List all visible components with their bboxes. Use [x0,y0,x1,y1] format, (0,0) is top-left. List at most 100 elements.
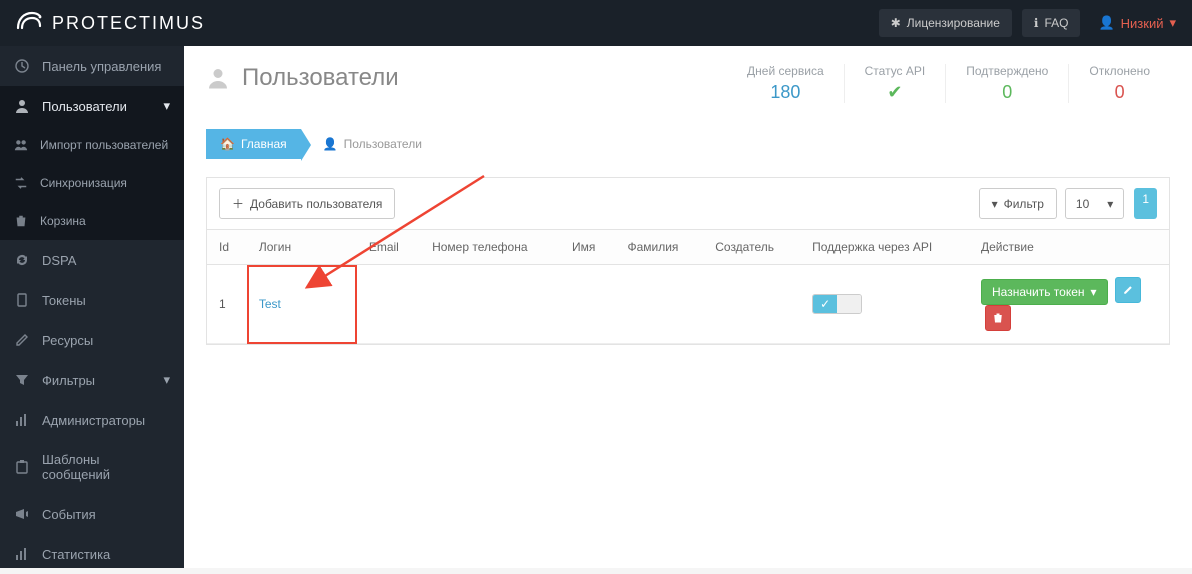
user-icon [206,66,230,90]
per-page-select[interactable]: 10 ▾ [1065,188,1124,219]
refresh-icon [14,252,30,268]
sidebar-admins[interactable]: Администраторы [0,400,184,440]
col-action[interactable]: Действие [969,230,1169,265]
col-surname[interactable]: Фамилия [615,230,703,265]
sidebar-stats[interactable]: Статистика [0,534,184,574]
sidebar-import-users[interactable]: Импорт пользователей [0,126,184,164]
bars-icon [14,412,30,428]
sidebar-admins-label: Администраторы [42,413,145,428]
user-label: Низкий [1121,16,1164,31]
assign-token-button[interactable]: Назначить токен ▾ [981,279,1108,305]
assign-token-label: Назначить токен [992,285,1085,299]
delete-button[interactable] [985,305,1011,331]
row-surname [615,265,703,344]
faq-button[interactable]: ℹ FAQ [1022,9,1081,37]
breadcrumb-home-label: Главная [241,137,287,151]
check-icon: ✓ [813,295,837,313]
col-id[interactable]: Id [207,230,247,265]
pencil-icon [1122,284,1134,296]
user-menu[interactable]: 👤 Низкий ▾ [1098,15,1176,31]
clipboard-icon [14,459,30,475]
col-creator[interactable]: Создатель [703,230,800,265]
breadcrumb-current: 👤 Пользователи [323,137,422,151]
user-icon: 👤 [1098,15,1114,31]
sidebar-dashboard-label: Панель управления [42,59,161,74]
caret-down-icon: ▾ [163,98,170,114]
per-page-value: 10 [1076,197,1089,211]
dashboard-icon [14,58,30,74]
stat-days: Дней сервиса 180 [727,64,844,103]
sidebar-events-label: События [42,507,96,522]
stat-days-label: Дней сервиса [747,64,824,78]
user-icon [14,98,30,114]
stat-days-value: 180 [747,82,824,103]
page-title-text: Пользователи [242,64,399,92]
caret-down-icon: ▾ [1091,285,1097,299]
breadcrumb-current-label: Пользователи [344,137,422,151]
stat-api-label: Статус API [865,64,926,78]
add-user-button[interactable]: ＋ Добавить пользователя [219,188,395,219]
sidebar-users[interactable]: Пользователи ▾ [0,86,184,126]
sidebar-filters[interactable]: Фильтры ▾ [0,360,184,400]
page-number[interactable]: 1 [1134,188,1157,219]
row-name [560,265,615,344]
brand-text: PROTECTIMUS [52,13,205,34]
topbar: PROTECTIMUS ✱ Лицензирование ℹ FAQ 👤 Низ… [0,0,1192,46]
sidebar-trash-label: Корзина [40,214,86,228]
col-phone[interactable]: Номер телефона [420,230,560,265]
sidebar-dspa-label: DSPA [42,253,76,268]
add-user-label: Добавить пользователя [250,197,382,211]
caret-down-icon: ▾ [1169,15,1176,31]
sidebar-tokens-label: Токены [42,293,86,308]
licensing-button[interactable]: ✱ Лицензирование [879,9,1012,37]
stat-confirmed-label: Подтверждено [966,64,1048,78]
trash-icon [14,214,28,228]
sidebar-templates[interactable]: Шаблоны сообщений [0,440,184,494]
info-icon: ℹ [1034,16,1039,30]
col-login[interactable]: Логин [247,230,357,265]
filter-icon [14,372,30,388]
sidebar-import-label: Импорт пользователей [40,138,168,152]
stat-rejected: Отклонено 0 [1068,64,1170,103]
sidebar-sync[interactable]: Синхронизация [0,164,184,202]
sidebar-filters-label: Фильтры [42,373,95,388]
trash-icon [992,312,1004,324]
sidebar-events[interactable]: События [0,494,184,534]
sidebar-sync-label: Синхронизация [40,176,127,190]
caret-down-icon: ▾ [163,372,170,388]
plus-icon: ＋ [232,195,244,212]
caret-down-icon: ▾ [1107,197,1113,211]
stat-rejected-value: 0 [1089,82,1150,103]
sync-icon [14,176,28,190]
sidebar-tokens[interactable]: Токены [0,280,184,320]
row-email [357,265,420,344]
col-api[interactable]: Поддержка через API [800,230,969,265]
home-icon: 🏠 [220,137,235,151]
row-login-link[interactable]: Test [247,265,357,344]
chart-icon [14,546,30,562]
check-icon: ✔ [865,82,926,103]
col-name[interactable]: Имя [560,230,615,265]
user-icon: 👤 [323,137,338,151]
stat-confirmed: Подтверждено 0 [945,64,1068,103]
breadcrumb-home[interactable]: 🏠 Главная [206,129,301,159]
sidebar-templates-label: Шаблоны сообщений [42,452,170,482]
filter-label: Фильтр [1004,197,1044,211]
sidebar-dspa[interactable]: DSPA [0,240,184,280]
faq-label: FAQ [1044,16,1068,30]
row-id: 1 [207,265,247,344]
filter-button[interactable]: ▾ Фильтр [979,188,1057,219]
row-creator [703,265,800,344]
sidebar-trash[interactable]: Корзина [0,202,184,240]
sidebar-dashboard[interactable]: Панель управления [0,46,184,86]
licensing-label: Лицензирование [907,16,1000,30]
stat-rejected-label: Отклонено [1089,64,1150,78]
sidebar-resources[interactable]: Ресурсы [0,320,184,360]
sidebar: Панель управления Пользователи ▾ Импорт … [0,46,184,568]
edit-button[interactable] [1115,277,1141,303]
row-api-toggle[interactable]: ✓ [800,265,969,344]
stat-confirmed-value: 0 [966,82,1048,103]
users-table: Id Логин Email Номер телефона Имя Фамили… [207,230,1169,344]
col-email[interactable]: Email [357,230,420,265]
table-row: 1 Test ✓ [207,265,1169,344]
